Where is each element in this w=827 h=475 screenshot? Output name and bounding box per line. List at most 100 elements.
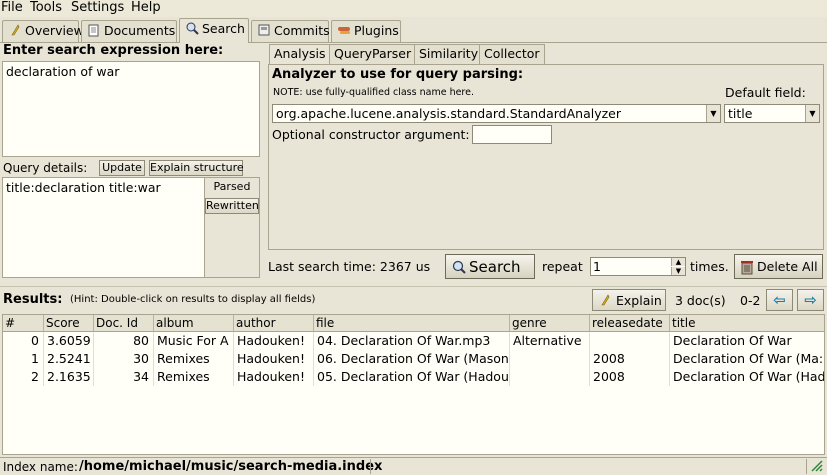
- table-cell[interactable]: 04. Declaration Of War.mp3: [314, 332, 510, 350]
- explain-structure-button[interactable]: Explain structure: [149, 160, 244, 176]
- tab-overview[interactable]: Overview: [2, 20, 84, 42]
- explain-label: Explain: [616, 293, 662, 308]
- table-cell[interactable]: 2008: [590, 350, 670, 368]
- table-cell[interactable]: Alternative: [510, 332, 590, 350]
- table-cell[interactable]: 80: [94, 332, 154, 350]
- menu-help[interactable]: Help: [131, 0, 161, 17]
- menu-settings[interactable]: Settings: [71, 0, 124, 17]
- search-expression-input[interactable]: declaration of war: [2, 61, 260, 157]
- repeat-label: repeat: [542, 259, 583, 274]
- times-label: times.: [690, 259, 729, 274]
- update-button[interactable]: Update: [99, 160, 145, 176]
- chevron-down-icon[interactable]: ▼: [805, 105, 819, 122]
- table-cell[interactable]: 2: [3, 368, 44, 386]
- tab-overview-label: Overview: [25, 23, 84, 38]
- table-cell[interactable]: Remixes: [154, 368, 234, 386]
- lucene-icon: [8, 23, 22, 37]
- table-cell[interactable]: Hadouken!: [234, 368, 314, 386]
- table-cell[interactable]: 2.5241: [44, 350, 94, 368]
- tab-commits[interactable]: Commits: [251, 20, 330, 42]
- tab-similarity[interactable]: Similarity: [414, 44, 484, 64]
- table-cell[interactable]: 05. Declaration Of War (Hadou: [314, 368, 510, 386]
- tab-documents[interactable]: Documents: [81, 20, 177, 42]
- prev-page-button[interactable]: ⇦: [766, 289, 793, 311]
- parsed-toggle[interactable]: Parsed: [205, 179, 259, 195]
- spinner-up-icon[interactable]: ▲: [671, 258, 685, 266]
- table-cell[interactable]: 3.6059: [44, 332, 94, 350]
- table-cell[interactable]: Declaration Of War (Ma:: [670, 350, 824, 368]
- parsed-query-box: title:declaration title:war: [2, 177, 205, 278]
- table-cell[interactable]: Hadouken!: [234, 332, 314, 350]
- column-header[interactable]: album: [154, 315, 234, 332]
- analyzer-heading: Analyzer to use for query parsing:: [272, 67, 524, 82]
- column-header[interactable]: title: [670, 315, 824, 332]
- results-table: # Score Doc. Id album author file genre …: [2, 314, 825, 455]
- divider: [370, 459, 371, 474]
- analyzer-note: NOTE: use fully-qualified class name her…: [273, 87, 474, 98]
- table-cell[interactable]: 2008: [590, 368, 670, 386]
- next-page-button[interactable]: ⇨: [797, 289, 824, 311]
- table-cell[interactable]: [510, 350, 590, 368]
- table-cell[interactable]: [590, 332, 670, 350]
- delete-all-label: Delete All: [757, 259, 818, 274]
- column-header[interactable]: author: [234, 315, 314, 332]
- spinner-down-icon[interactable]: ▼: [671, 267, 685, 275]
- table-cell[interactable]: 30: [94, 350, 154, 368]
- tab-collector[interactable]: Collector: [479, 44, 545, 64]
- table-cell[interactable]: 34: [94, 368, 154, 386]
- column-header[interactable]: file: [314, 315, 510, 332]
- analysis-panel: Analyzer to use for query parsing: NOTE:…: [268, 64, 824, 250]
- commits-icon: [257, 23, 271, 37]
- explain-button[interactable]: Explain: [592, 289, 666, 311]
- table-cell[interactable]: Music For A: [154, 332, 234, 350]
- column-header[interactable]: #: [3, 315, 44, 332]
- column-header[interactable]: Doc. Id: [94, 315, 154, 332]
- table-cell[interactable]: Declaration Of War (Had: [670, 368, 824, 386]
- parsed-query-text: title:declaration title:war: [6, 180, 161, 195]
- table-cell[interactable]: 1: [3, 350, 44, 368]
- result-range: 0-2: [740, 293, 761, 308]
- table-cell[interactable]: Remixes: [154, 350, 234, 368]
- tab-analysis[interactable]: Analysis: [269, 44, 331, 65]
- status-bar: Index name: /home/michael/music/search-m…: [0, 457, 827, 475]
- repeat-value: 1: [593, 259, 601, 274]
- search-expression-text: declaration of war: [6, 64, 120, 79]
- arrow-left-icon: ⇦: [773, 291, 786, 309]
- divider: [0, 286, 827, 287]
- table-cell[interactable]: 0: [3, 332, 44, 350]
- chevron-down-icon[interactable]: ▼: [706, 105, 720, 122]
- document-icon: [87, 23, 101, 37]
- analyzer-select[interactable]: org.apache.lucene.analysis.standard.Stan…: [272, 104, 721, 123]
- delete-all-button[interactable]: Delete All: [734, 254, 823, 279]
- search-button-label: Search: [469, 258, 521, 276]
- column-header[interactable]: releasedate: [590, 315, 670, 332]
- column-header[interactable]: Score: [44, 315, 94, 332]
- table-cell[interactable]: Hadouken!: [234, 350, 314, 368]
- tab-commits-label: Commits: [274, 23, 330, 38]
- menu-tools[interactable]: Tools: [30, 0, 62, 17]
- default-field-select[interactable]: title ▼: [724, 104, 820, 123]
- table-cell[interactable]: 06. Declaration Of War (Mason: [314, 350, 510, 368]
- ctor-arg-label: Optional constructor argument:: [272, 127, 470, 142]
- results-label: Results:: [3, 292, 63, 307]
- default-field-label: Default field:: [725, 85, 806, 100]
- analyzer-select-value: org.apache.lucene.analysis.standard.Stan…: [276, 106, 621, 121]
- column-header[interactable]: genre: [510, 315, 590, 332]
- plugins-icon: [337, 23, 351, 37]
- arrow-right-icon: ⇨: [804, 291, 817, 309]
- repeat-spinner[interactable]: 1 ▲ ▼: [590, 257, 686, 276]
- search-icon: [451, 259, 467, 278]
- tab-documents-label: Documents: [104, 23, 176, 38]
- table-cell[interactable]: [510, 368, 590, 386]
- tab-plugins[interactable]: Plugins: [331, 20, 401, 42]
- tab-search[interactable]: Search: [179, 18, 249, 43]
- table-cell[interactable]: Declaration Of War: [670, 332, 824, 350]
- menu-file[interactable]: File: [1, 0, 23, 17]
- tab-queryparser[interactable]: QueryParser: [329, 44, 417, 64]
- table-cell[interactable]: 2.1635: [44, 368, 94, 386]
- trash-icon: [740, 259, 754, 278]
- rewritten-toggle[interactable]: Rewritten: [205, 198, 259, 214]
- results-hint: (Hint: Double-click on results to displa…: [70, 294, 316, 305]
- ctor-arg-input[interactable]: [472, 125, 552, 144]
- search-button[interactable]: Search: [445, 254, 535, 279]
